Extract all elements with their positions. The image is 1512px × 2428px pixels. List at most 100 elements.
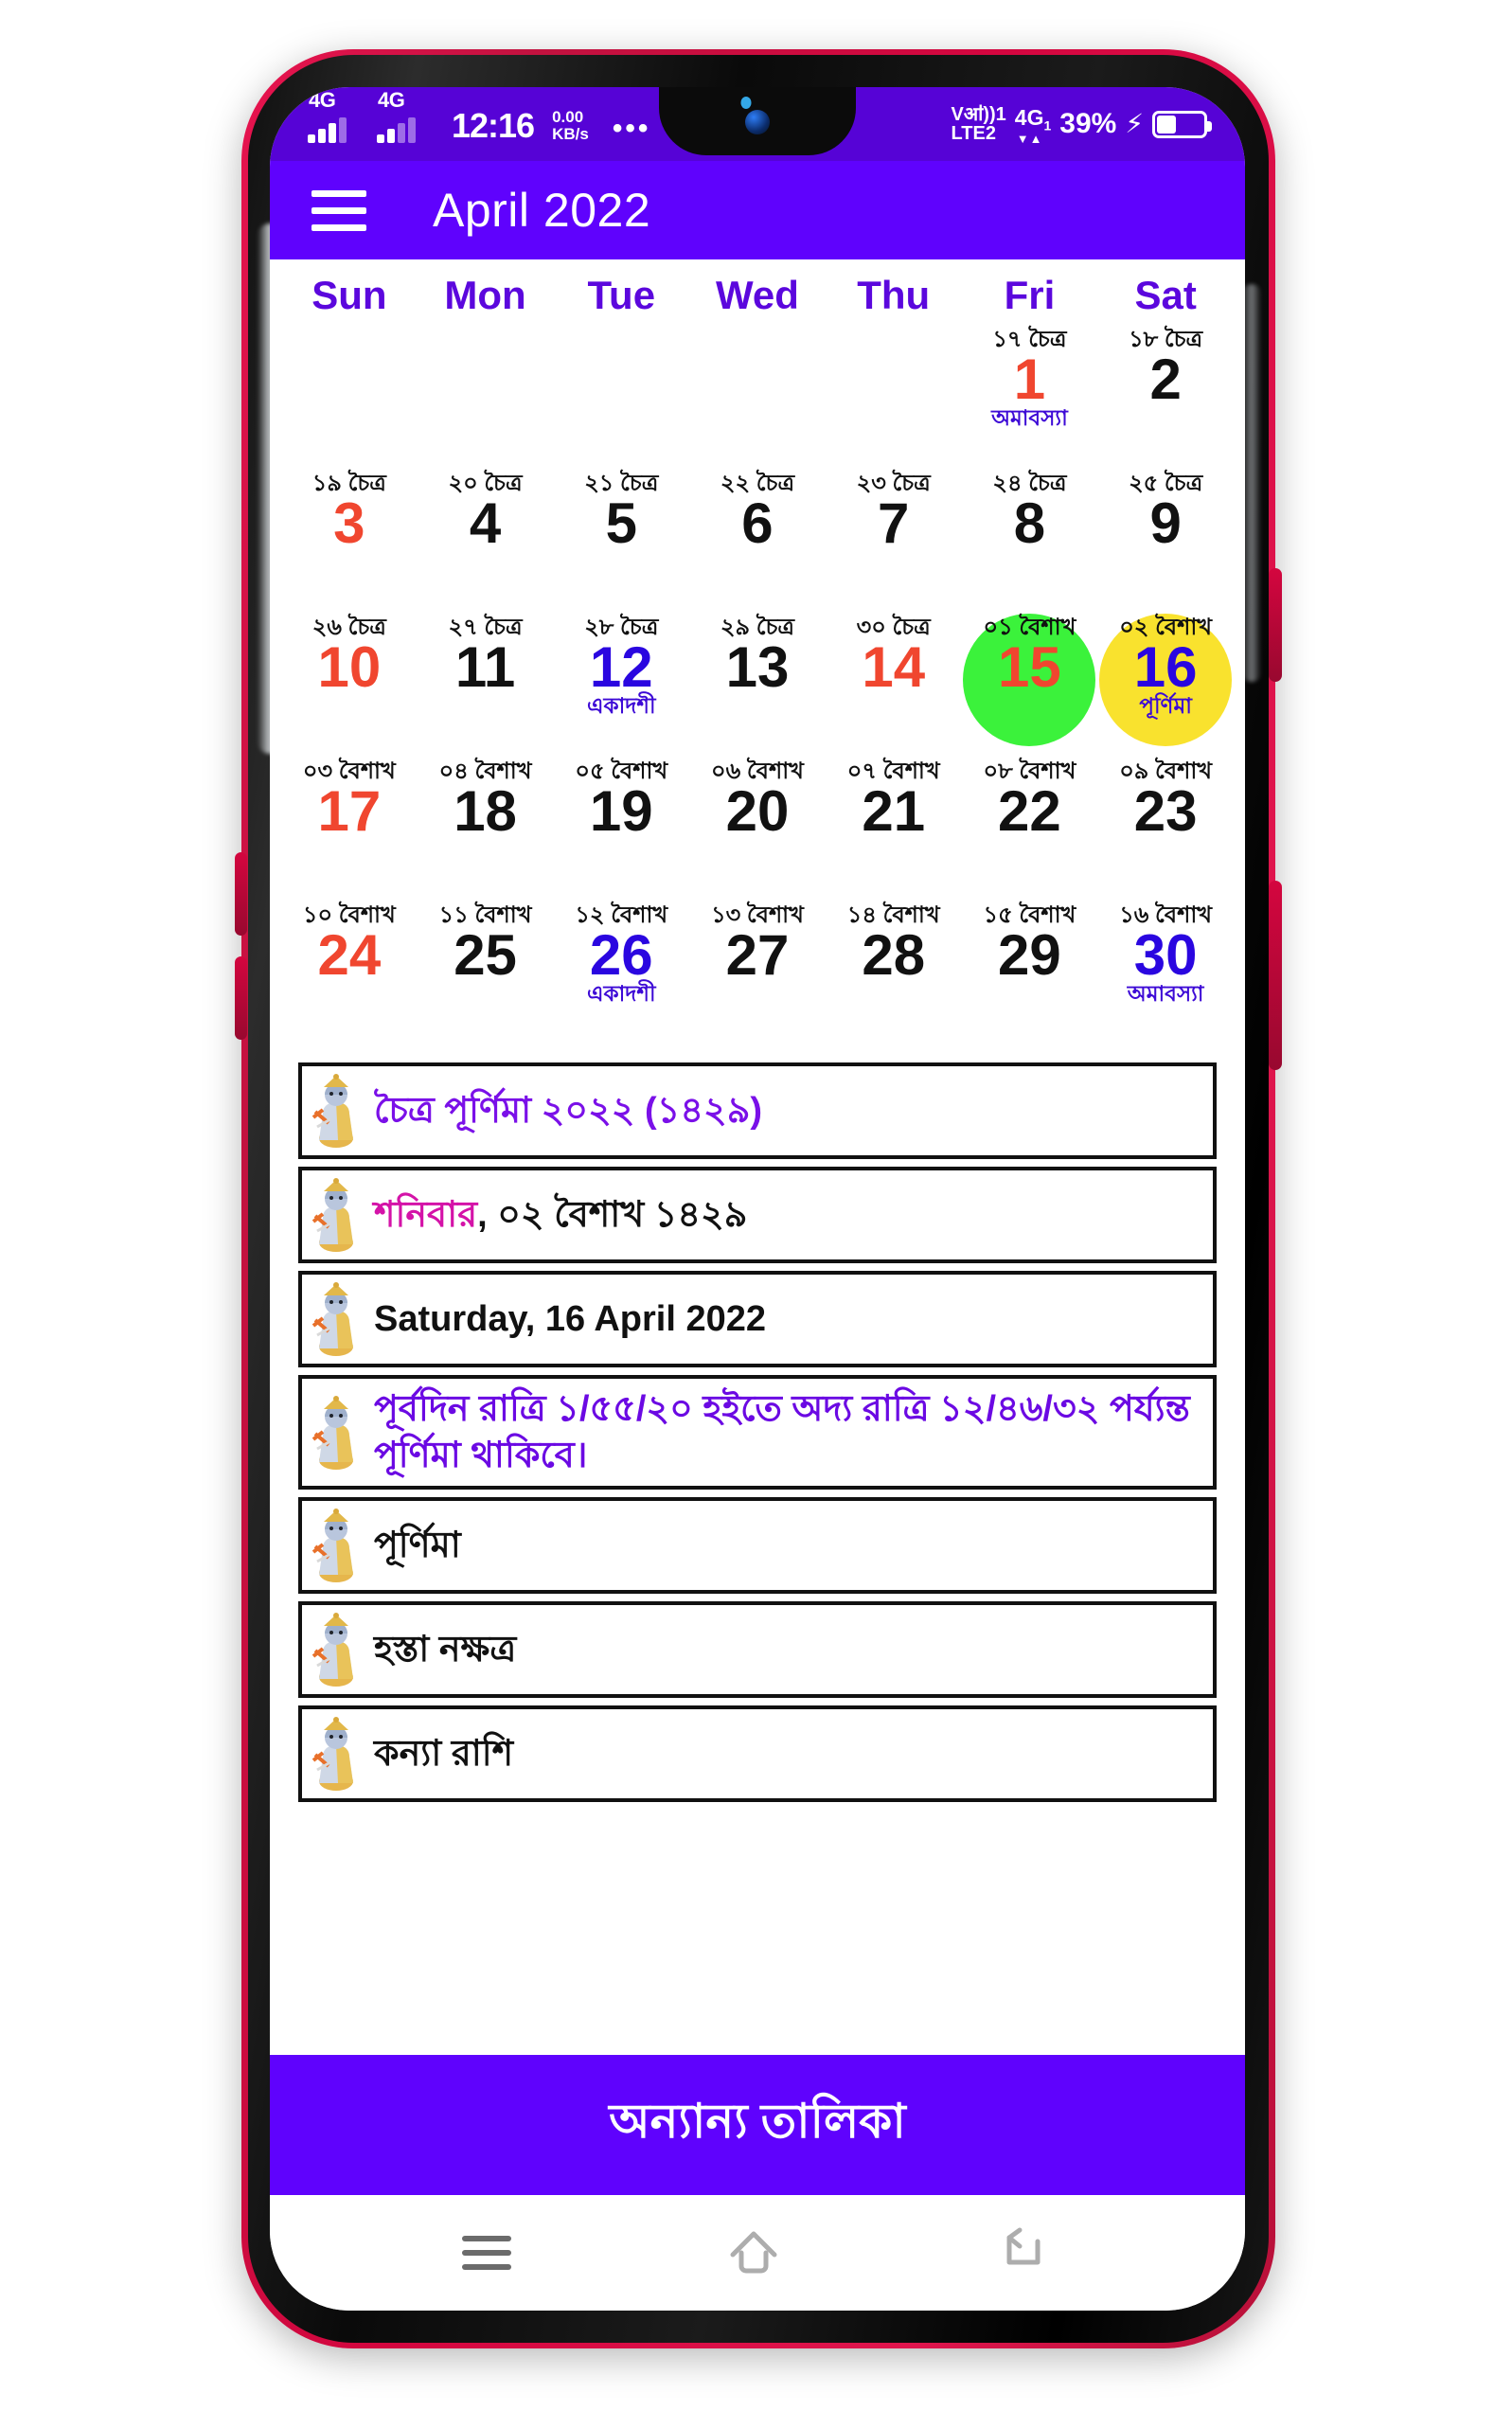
calendar-cell-29[interactable]: ১৫ বৈশাখ 29 bbox=[962, 898, 1098, 1042]
calendar-cell-3[interactable]: ১৯ চৈত্র 3 bbox=[281, 466, 418, 610]
calendar-cell-19[interactable]: ০৫ বৈশাখ 19 bbox=[553, 754, 689, 898]
tithi-label: অমাবস্যা bbox=[991, 404, 1068, 430]
day-number: 21 bbox=[862, 779, 926, 844]
calendar-cell-17[interactable]: ০৩ বৈশাখ 17 bbox=[281, 754, 418, 898]
day-number: 8 bbox=[1013, 491, 1046, 556]
info-row[interactable]: পূর্বদিন রাত্রি ১/৫৫/২০ হইতে অদ্য রাত্রি… bbox=[298, 1375, 1217, 1491]
mobile-data-icon: 4G1 ▼▲ bbox=[1014, 104, 1052, 147]
day-number: 24 bbox=[317, 923, 382, 988]
day-number: 6 bbox=[741, 491, 774, 556]
sim1-signal-icon: 4G bbox=[308, 90, 366, 143]
calendar-cell-14[interactable]: ৩০ চৈত্র 14 bbox=[826, 610, 962, 754]
day-number: 2 bbox=[1149, 348, 1182, 412]
info-row[interactable]: শনিবার, ০২ বৈশাখ ১৪২৯ bbox=[298, 1167, 1217, 1263]
hamburger-menu-icon[interactable] bbox=[311, 189, 366, 231]
tithi-label: পূর্ণিমা bbox=[1139, 692, 1192, 718]
data-traffic-arrows-icon: ▼▲ bbox=[1016, 132, 1043, 147]
weekday-header-sun: Sun bbox=[311, 273, 387, 317]
calendar-grid: ১৭ চৈত্র 1 অমাবস্যা ১৮ চৈত্র 2 ১৯ চৈত্র 3 ২০ চৈ… bbox=[270, 322, 1245, 1042]
volte-line2: LTE2 bbox=[951, 123, 996, 144]
battery-percent-label: 39% bbox=[1059, 108, 1117, 139]
info-row[interactable]: চৈত্র পূর্ণিমা ২০২২ (১৪২৯) bbox=[298, 1062, 1217, 1159]
calendar-cell-23[interactable]: ০৯ বৈশাখ 23 bbox=[1097, 754, 1234, 898]
calendar-cell-25[interactable]: ১১ বৈশাখ 25 bbox=[418, 898, 554, 1042]
network-speed-unit: KB/s bbox=[552, 125, 589, 144]
info-row[interactable]: Saturday, 16 April 2022 bbox=[298, 1271, 1217, 1367]
calendar-cell-15[interactable]: ০১ বৈশাখ 15 bbox=[962, 610, 1098, 754]
weekday-header-wed: Wed bbox=[716, 273, 799, 317]
calendar-cell-13[interactable]: ২৯ চৈত্র 13 bbox=[689, 610, 826, 754]
day-number: 14 bbox=[862, 635, 926, 700]
calendar-cell-30[interactable]: ১৬ বৈশাখ 30 অমাবস্যা bbox=[1097, 898, 1234, 1042]
recents-icon[interactable] bbox=[462, 2236, 511, 2270]
calendar-cell-empty bbox=[553, 322, 689, 466]
calendar-cell-22[interactable]: ০৮ বৈশাখ 22 bbox=[962, 754, 1098, 898]
other-list-button[interactable]: অন্যান্য তালিকা bbox=[270, 2055, 1245, 2195]
calendar-cell-28[interactable]: ১৪ বৈশাখ 28 bbox=[826, 898, 962, 1042]
calendar-cell-9[interactable]: ২৫ চৈত্র 9 bbox=[1097, 466, 1234, 610]
other-list-button-label: অন্যান্য তালিকা bbox=[609, 2094, 906, 2148]
calendar-cell-20[interactable]: ০৬ বৈশাখ 20 bbox=[689, 754, 826, 898]
day-number: 22 bbox=[998, 779, 1061, 844]
charging-bolt-icon: ⚡ bbox=[1125, 109, 1144, 138]
day-number: 12 bbox=[589, 635, 653, 700]
day-number: 30 bbox=[1133, 923, 1198, 988]
display-notch bbox=[659, 87, 856, 155]
calendar-cell-12[interactable]: ২৮ চৈত্র 12 একাদশী bbox=[553, 610, 689, 754]
day-number: 19 bbox=[589, 779, 653, 844]
weekday-header-sat: Sat bbox=[1134, 273, 1197, 317]
calendar-cell-11[interactable]: ২৭ চৈত্র 11 bbox=[418, 610, 554, 754]
camera-sensor-icon bbox=[740, 97, 752, 109]
mobile-data-sim: 1 bbox=[1043, 117, 1052, 134]
calendar-cell-18[interactable]: ০৪ বৈশাখ 18 bbox=[418, 754, 554, 898]
calendar-cell-10[interactable]: ২৬ চৈত্র 10 bbox=[281, 610, 418, 754]
krishna-icon bbox=[311, 1717, 361, 1792]
calendar-cell-1[interactable]: ১৭ চৈত্র 1 অমাবস্যা bbox=[962, 322, 1098, 466]
calendar-cell-26[interactable]: ১২ বৈশাখ 26 একাদশী bbox=[553, 898, 689, 1042]
day-number: 28 bbox=[862, 923, 926, 988]
day-number: 26 bbox=[589, 923, 653, 988]
tithi-label: অমাবস্যা bbox=[1127, 980, 1204, 1006]
day-number: 3 bbox=[333, 491, 365, 556]
calendar-cell-empty bbox=[418, 322, 554, 466]
info-row[interactable]: কন্যা রাশি bbox=[298, 1705, 1217, 1803]
home-icon[interactable] bbox=[725, 2224, 782, 2282]
calendar-cell-27[interactable]: ১৩ বৈশাখ 27 bbox=[689, 898, 826, 1042]
calendar-cell-2[interactable]: ১৮ চৈত্র 2 bbox=[1097, 322, 1234, 466]
page-title: April 2022 bbox=[433, 184, 651, 237]
weekday-header-thu: Thu bbox=[857, 273, 931, 317]
info-row[interactable]: পূর্ণিমা bbox=[298, 1497, 1217, 1595]
day-number: 1 bbox=[1013, 348, 1046, 412]
mobile-data-label: 4G bbox=[1014, 104, 1044, 130]
info-row-text: হস্তা নক্ষত্র bbox=[374, 1629, 517, 1669]
calendar-cell-16[interactable]: ০২ বৈশাখ 16 পূর্ণিমা bbox=[1097, 610, 1234, 754]
calendar-cell-24[interactable]: ১০ বৈশাখ 24 bbox=[281, 898, 418, 1042]
app-bar: April 2022 bbox=[270, 161, 1245, 259]
calendar-cell-4[interactable]: ২০ চৈত্র 4 bbox=[418, 466, 554, 610]
android-nav-bar bbox=[270, 2195, 1245, 2311]
power-button[interactable] bbox=[1269, 568, 1282, 682]
info-row[interactable]: হস্তা নক্ষত্র bbox=[298, 1601, 1217, 1699]
calendar-cell-5[interactable]: ২১ চৈত্র 5 bbox=[553, 466, 689, 610]
krishna-icon bbox=[311, 1509, 361, 1583]
day-number: 7 bbox=[878, 491, 910, 556]
calendar-cell-21[interactable]: ০৭ বৈশাখ 21 bbox=[826, 754, 962, 898]
day-number: 13 bbox=[725, 635, 790, 700]
volume-up-button[interactable] bbox=[235, 852, 247, 936]
day-number: 16 bbox=[1133, 635, 1198, 700]
weekday-header-row: Sun Mon Tue Wed Thu Fri Sat bbox=[270, 259, 1245, 322]
krishna-icon bbox=[311, 1178, 361, 1252]
calendar-cell-6[interactable]: ২২ চৈত্র 6 bbox=[689, 466, 826, 610]
day-number: 9 bbox=[1149, 491, 1182, 556]
volume-down-button[interactable] bbox=[235, 956, 247, 1040]
back-icon[interactable] bbox=[996, 2224, 1053, 2282]
day-number: 23 bbox=[1133, 779, 1198, 844]
calendar-cell-7[interactable]: ২৩ চৈত্র 7 bbox=[826, 466, 962, 610]
calendar-cell-empty bbox=[689, 322, 826, 466]
info-row-text: পূর্বদিন রাত্রি ১/৫৫/২০ হইতে অদ্য রাত্রি… bbox=[374, 1389, 1190, 1475]
info-row-text: Saturday, 16 April 2022 bbox=[374, 1298, 766, 1339]
day-number: 18 bbox=[454, 779, 517, 844]
krishna-icon bbox=[311, 1613, 361, 1687]
volume-button-right[interactable] bbox=[1269, 881, 1282, 1070]
calendar-cell-8[interactable]: ২৪ চৈত্র 8 bbox=[962, 466, 1098, 610]
